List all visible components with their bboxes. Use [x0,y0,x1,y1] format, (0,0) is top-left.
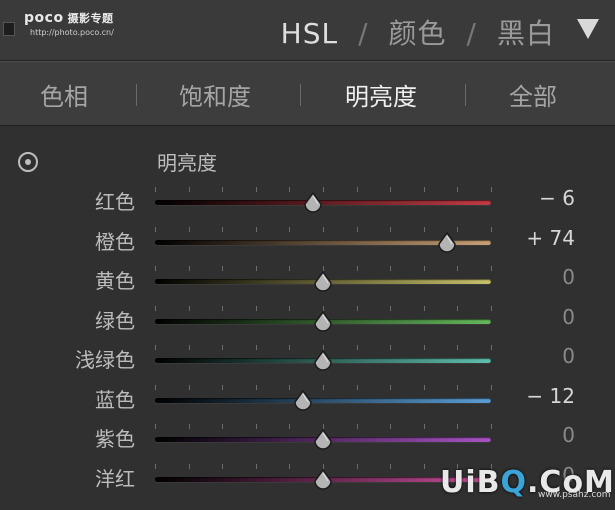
subtab-bar: 色相 饱和度 明亮度 全部 [0,61,615,126]
logo-url: http://photo.poco.cn/ [30,28,114,37]
slider-control[interactable] [155,223,492,263]
subtab-hue[interactable]: 色相 [40,77,88,112]
slider-thumb[interactable] [312,349,334,372]
collapse-triangle-icon[interactable] [577,19,599,39]
slider-thumb[interactable] [436,231,458,254]
slider-thumb[interactable] [292,389,314,412]
slider-control[interactable] [155,381,492,421]
slider-label: 蓝色 [95,387,135,412]
panel-header: poco 摄影专题 http://photo.poco.cn/ HSL / 颜色 / 黑白 [0,0,615,61]
slider-row: 蓝色 − 12 [0,381,615,421]
slider-value[interactable]: − 6 [539,186,575,210]
mode-tabs: HSL / 颜色 / 黑白 [280,17,555,50]
slider-value[interactable]: − 12 [526,384,575,408]
subtab-divider [465,84,466,106]
slider-label: 紫色 [95,427,135,451]
slider-label: 浅绿色 [75,348,135,372]
slider-control[interactable] [155,420,492,460]
slider-label: 橙色 [95,229,135,254]
slider-row: 黄色 0 [0,262,615,302]
slider-track[interactable] [155,397,491,403]
slider-thumb[interactable] [312,310,334,333]
slider-panel: 明亮度 红色 − 6 橙色 + 74 黄色 0 绿色 0 浅绿色 0 蓝色 − 12 紫色 0 洋红 0 [0,126,615,510]
slider-thumb[interactable] [302,191,324,214]
slider-label: 黄色 [95,269,135,293]
subtab-all[interactable]: 全部 [509,77,557,112]
slider-value[interactable]: 0 [562,344,575,368]
watermark-url: www.psahz.com [538,490,611,500]
slider-label: 洋红 [95,466,135,491]
slider-ticks [155,384,492,391]
slider-thumb[interactable] [312,428,334,451]
target-adjustment-icon[interactable] [18,152,38,172]
slider-row: 紫色 0 [0,420,615,460]
slider-value[interactable]: 0 [562,423,575,447]
mode-tab-hsl[interactable]: HSL [281,17,338,50]
slider-label: 红色 [95,190,135,214]
subtab-divider [300,84,301,106]
subtab-luminance[interactable]: 明亮度 [345,77,417,112]
slider-row: 绿色 0 [0,302,615,342]
slider-control[interactable] [155,262,492,302]
slider-control[interactable] [155,302,492,342]
slider-control[interactable] [155,183,492,223]
slider-control[interactable] [155,341,492,381]
slider-row: 橙色 + 74 [0,223,615,263]
subtab-saturation[interactable]: 饱和度 [179,77,251,112]
slider-row: 红色 − 6 [0,183,615,223]
slider-thumb[interactable] [312,468,334,491]
mode-tab-bw[interactable]: 黑白 [497,17,555,50]
slider-value[interactable]: + 74 [526,226,575,250]
slider-thumb[interactable] [312,270,334,293]
slider-label: 绿色 [95,308,135,333]
subtab-divider [136,84,137,106]
mode-tab-color[interactable]: 颜色 [389,17,447,50]
section-title: 明亮度 [157,151,217,175]
slider-value[interactable]: 0 [562,305,575,329]
slider-value[interactable]: 0 [562,265,575,289]
slider-row: 浅绿色 0 [0,341,615,381]
logo: poco 摄影专题 [24,10,114,26]
panel-toggle-switch[interactable] [3,22,15,36]
